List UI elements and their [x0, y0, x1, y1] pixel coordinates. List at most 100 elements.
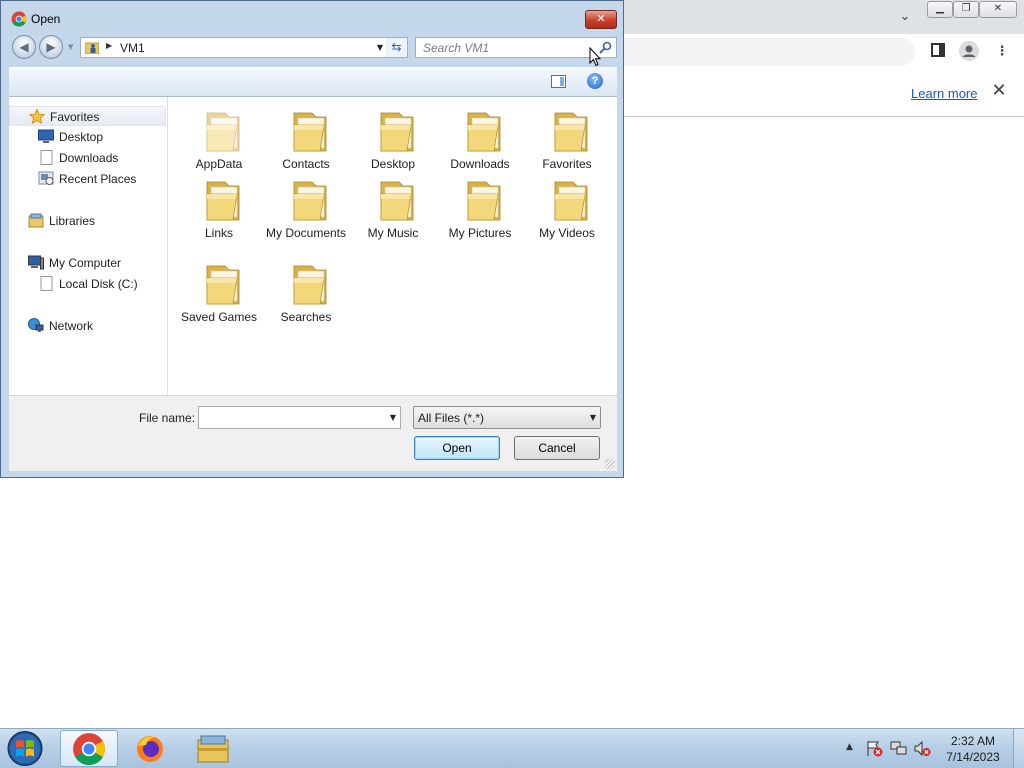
libraries-icon	[28, 213, 44, 228]
file-type-value: All Files (*.*)	[418, 411, 485, 425]
file-type-select[interactable]: All Files (*.*) ▼	[413, 406, 601, 429]
clock-time: 2:32 AM	[950, 734, 996, 748]
address-dropdown-icon[interactable]: ▼	[377, 43, 383, 52]
recent-places-icon	[38, 171, 54, 185]
folder-item[interactable]: My Pictures	[439, 170, 521, 254]
help-icon[interactable]: ?	[587, 73, 603, 89]
infobar-close-icon[interactable]: ✕	[990, 82, 1008, 100]
nav-label: My Computer	[49, 256, 122, 270]
minimize-button[interactable]: ▁	[927, 1, 953, 18]
learn-more-link[interactable]: Learn more	[911, 86, 977, 101]
folder-label: My Documents	[265, 226, 347, 240]
file-type-dropdown-icon: ▼	[589, 413, 596, 422]
profile-icon[interactable]	[958, 41, 980, 61]
search-placeholder: Search VM1	[423, 41, 490, 55]
folder-icon	[293, 181, 327, 221]
folder-item[interactable]: My Music	[352, 170, 434, 254]
taskbar: ▲ 2:32 AM 7/14/2023	[0, 728, 1024, 768]
taskbar-file-explorer[interactable]	[184, 730, 242, 767]
file-name-input[interactable]: ▼	[198, 406, 401, 429]
file-name-label: File name:	[139, 411, 196, 425]
action-center-icon[interactable]	[866, 740, 883, 757]
folder-icon	[206, 265, 240, 305]
folder-item[interactable]: My Documents	[265, 170, 347, 254]
recent-pages-dropdown-icon[interactable]: ▼	[68, 43, 73, 51]
forward-button[interactable]: ▶	[39, 35, 63, 59]
volume-muted-icon[interactable]	[914, 740, 931, 757]
folder-icon	[206, 112, 240, 152]
nav-item-desktop[interactable]: Desktop	[9, 127, 166, 147]
nav-item-network[interactable]: Network	[9, 316, 166, 336]
file-name-area: File name: ▼ All Files (*.*) ▼ Open Canc…	[9, 396, 617, 471]
nav-label: Network	[49, 319, 94, 333]
start-button[interactable]	[5, 730, 45, 767]
navigation-row: ◀ ▶ ▼ ▶ VM1 ▼ ⇆ Search VM1	[9, 34, 619, 60]
folder-icon	[554, 112, 588, 152]
restore-button[interactable]: ❐	[953, 1, 979, 18]
resize-grip[interactable]	[605, 459, 615, 469]
network-icon	[28, 318, 44, 332]
folder-label: Links	[204, 226, 233, 240]
folder-icon	[293, 265, 327, 305]
disk-icon	[40, 276, 53, 291]
firefox-icon	[137, 736, 163, 762]
address-bar[interactable]	[600, 38, 915, 66]
folder-label: My Music	[367, 226, 419, 240]
refresh-button[interactable]: ⇆	[386, 37, 408, 58]
breadcrumb-arrow-icon[interactable]: ▶	[106, 41, 112, 50]
address-path[interactable]: VM1	[120, 41, 145, 55]
taskbar-firefox[interactable]	[121, 730, 179, 767]
nav-label: Desktop	[59, 130, 104, 144]
menu-icon[interactable]: ⋮	[991, 43, 1013, 61]
folder-icon	[380, 112, 414, 152]
nav-item-libraries[interactable]: Libraries	[9, 211, 166, 231]
show-hidden-icons-icon[interactable]: ▲	[846, 742, 853, 752]
preview-pane-icon[interactable]	[551, 75, 566, 88]
folder-item[interactable]: Saved Games	[178, 254, 260, 338]
taskbar-chrome[interactable]	[60, 730, 118, 767]
nav-item-downloads[interactable]: Downloads	[9, 148, 166, 168]
chrome-icon	[11, 11, 27, 27]
downloads-icon	[40, 150, 53, 165]
cancel-button[interactable]: Cancel	[514, 436, 600, 460]
file-name-dropdown-icon[interactable]: ▼	[390, 413, 396, 422]
folder-icon	[554, 181, 588, 221]
nav-label: Downloads	[59, 151, 119, 165]
folder-label: Searches	[280, 310, 332, 324]
chevron-down-icon[interactable]: ⌄	[894, 8, 916, 26]
folder-item[interactable]: Links	[178, 170, 260, 254]
nav-item-recent-places[interactable]: Recent Places	[9, 169, 166, 189]
nav-item-my-computer[interactable]: My Computer	[9, 253, 166, 273]
folder-item[interactable]: My Videos	[526, 170, 608, 254]
folder-label: Saved Games	[180, 310, 258, 324]
search-input[interactable]: Search VM1	[415, 37, 617, 58]
folder-icon	[380, 181, 414, 221]
system-clock[interactable]: 2:32 AM 7/14/2023	[942, 733, 1004, 765]
mouse-cursor-icon	[589, 47, 601, 67]
file-explorer-icon	[197, 735, 229, 763]
desktop-icon	[38, 129, 54, 143]
folder-icon	[467, 181, 501, 221]
nav-item-favorites[interactable]: Favorites	[9, 106, 166, 126]
nav-label: Recent Places	[59, 172, 137, 186]
nav-item-local-disk[interactable]: Local Disk (C:)	[9, 274, 166, 294]
chrome-icon	[73, 733, 105, 765]
folder-label: My Pictures	[448, 226, 512, 240]
folder-icon	[293, 112, 327, 152]
network-status-icon[interactable]	[890, 740, 907, 757]
nav-label: Libraries	[49, 214, 96, 228]
command-bar: ?	[9, 67, 617, 97]
back-button[interactable]: ◀	[12, 35, 36, 59]
open-button[interactable]: Open	[414, 436, 500, 460]
user-folder-icon	[85, 42, 99, 54]
side-panel-icon[interactable]	[927, 43, 949, 61]
address-field[interactable]: ▶ VM1 ▼	[80, 37, 387, 58]
folder-icon	[467, 112, 501, 152]
folder-item[interactable]: Searches	[265, 254, 347, 338]
navigation-pane: Favorites Desktop Downloads Recent Place…	[9, 97, 168, 395]
dialog-close-button[interactable]: ✕	[585, 10, 617, 29]
folder-icon	[206, 181, 240, 221]
computer-icon	[28, 255, 44, 270]
show-desktop-button[interactable]	[1013, 729, 1024, 768]
browser-close-button[interactable]: ✕	[979, 1, 1017, 18]
